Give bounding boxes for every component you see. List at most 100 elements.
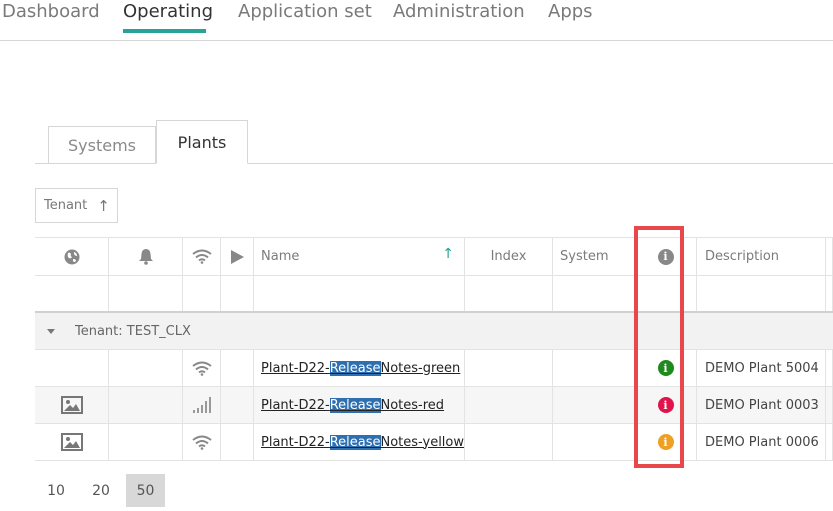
tenant-sort-chip[interactable]: Tenant ↑ bbox=[35, 188, 118, 223]
table-row[interactable]: Plant-D22-ReleaseNotes-green i DEMO Plan… bbox=[35, 350, 833, 387]
column-header-index[interactable]: Index bbox=[465, 238, 553, 275]
column-header-system-label: System bbox=[560, 249, 609, 264]
filter-cell-info[interactable] bbox=[635, 276, 697, 311]
row-status-cell bbox=[221, 350, 254, 386]
row-info-cell: i bbox=[635, 350, 697, 386]
play-icon bbox=[231, 249, 244, 264]
info-yellow-icon[interactable]: i bbox=[657, 434, 674, 450]
row-overflow-cell bbox=[826, 350, 833, 386]
row-image-cell bbox=[35, 387, 109, 423]
signal-bars-icon bbox=[192, 397, 211, 413]
info-icon: i bbox=[657, 248, 674, 265]
row-description: DEMO Plant 0006 bbox=[705, 434, 819, 450]
page-size-50[interactable]: 50 bbox=[126, 474, 165, 507]
row-system-cell bbox=[553, 387, 635, 423]
tenant-sort-label: Tenant bbox=[44, 198, 88, 213]
plant-link[interactable]: Plant-D22-ReleaseNotes-green bbox=[261, 360, 461, 376]
column-header-location[interactable] bbox=[35, 238, 109, 275]
filter-cell-overflow bbox=[826, 276, 833, 311]
nav-operating[interactable]: Operating bbox=[123, 1, 213, 22]
plant-name-prefix: Plant-D22- bbox=[261, 434, 330, 450]
row-info-cell: i bbox=[635, 424, 697, 460]
nav-apps[interactable]: Apps bbox=[548, 1, 593, 22]
top-navigation: Dashboard Operating Application set Admi… bbox=[0, 0, 833, 41]
column-header-name-label: Name bbox=[261, 249, 300, 264]
table-row[interactable]: Plant-D22-ReleaseNotes-yellow i DEMO Pla… bbox=[35, 424, 833, 461]
group-row-tenant[interactable]: Tenant: TEST_CLX bbox=[35, 313, 833, 350]
row-index-cell bbox=[465, 387, 553, 423]
row-alarm-cell bbox=[109, 387, 183, 423]
plant-link[interactable]: Plant-D22-ReleaseNotes-yellow bbox=[261, 434, 465, 450]
active-nav-indicator bbox=[123, 29, 206, 33]
info-red-icon[interactable]: i bbox=[657, 397, 674, 413]
column-header-status[interactable] bbox=[221, 238, 254, 275]
bell-icon bbox=[138, 249, 153, 265]
wifi-icon bbox=[191, 249, 212, 264]
nav-application-set[interactable]: Application set bbox=[238, 1, 372, 22]
row-alarm-cell bbox=[109, 350, 183, 386]
chevron-down-icon[interactable] bbox=[47, 328, 55, 334]
plant-name-suffix: Notes-green bbox=[380, 360, 461, 376]
row-description-cell: DEMO Plant 5004 bbox=[697, 350, 826, 386]
search-highlight: Release bbox=[329, 434, 381, 450]
group-label: Tenant: TEST_CLX bbox=[75, 323, 191, 339]
row-image-cell bbox=[35, 350, 109, 386]
plant-name-suffix: Notes-yellow bbox=[380, 434, 465, 450]
plant-link[interactable]: Plant-D22-ReleaseNotes-red bbox=[261, 397, 445, 413]
page-size-20[interactable]: 20 bbox=[83, 474, 119, 507]
row-description-cell: DEMO Plant 0006 bbox=[697, 424, 826, 460]
wifi-icon bbox=[191, 361, 212, 376]
row-name-cell: Plant-D22-ReleaseNotes-yellow bbox=[254, 424, 465, 460]
row-connection-cell bbox=[183, 350, 221, 386]
row-image-cell bbox=[35, 424, 109, 460]
filter-cell-system[interactable] bbox=[553, 276, 635, 311]
search-highlight: Release bbox=[329, 397, 381, 413]
column-header-name[interactable]: Name ↑ bbox=[254, 238, 465, 275]
filter-cell-location[interactable] bbox=[35, 276, 109, 311]
column-header-index-label: Index bbox=[490, 249, 527, 264]
filter-cell-name[interactable] bbox=[254, 276, 465, 311]
row-index-cell bbox=[465, 424, 553, 460]
plant-name-prefix: Plant-D22- bbox=[261, 397, 330, 413]
image-icon[interactable] bbox=[60, 396, 83, 414]
column-header-alarm[interactable] bbox=[109, 238, 183, 275]
nav-administration[interactable]: Administration bbox=[393, 1, 525, 22]
column-header-info[interactable]: i bbox=[635, 238, 697, 275]
table-row[interactable]: Plant-D22-ReleaseNotes-red i DEMO Plant … bbox=[35, 387, 833, 424]
image-icon[interactable] bbox=[60, 433, 83, 451]
row-connection-cell bbox=[183, 387, 221, 423]
filter-cell-description[interactable] bbox=[697, 276, 826, 311]
tab-systems[interactable]: Systems bbox=[48, 126, 156, 164]
wifi-icon bbox=[191, 435, 212, 450]
row-connection-cell bbox=[183, 424, 221, 460]
column-header-system[interactable]: System bbox=[553, 238, 635, 275]
filter-cell-index[interactable] bbox=[465, 276, 553, 311]
row-name-cell: Plant-D22-ReleaseNotes-green bbox=[254, 350, 465, 386]
plant-name-suffix: Notes-red bbox=[380, 397, 445, 413]
nav-dashboard[interactable]: Dashboard bbox=[2, 1, 100, 22]
filter-cell-alarm[interactable] bbox=[109, 276, 183, 311]
column-header-description[interactable]: Description bbox=[697, 238, 826, 275]
column-header-connection[interactable] bbox=[183, 238, 221, 275]
group-header[interactable]: Tenant: TEST_CLX bbox=[47, 313, 191, 349]
row-overflow-cell bbox=[826, 424, 833, 460]
filter-cell-connection[interactable] bbox=[183, 276, 221, 311]
info-green-icon[interactable]: i bbox=[657, 360, 674, 376]
page-size-10[interactable]: 10 bbox=[38, 474, 74, 507]
row-description: DEMO Plant 5004 bbox=[705, 360, 819, 376]
row-index-cell bbox=[465, 350, 553, 386]
row-info-cell: i bbox=[635, 387, 697, 423]
search-highlight: Release bbox=[329, 360, 381, 376]
row-description-cell: DEMO Plant 0003 bbox=[697, 387, 826, 423]
tab-plants[interactable]: Plants bbox=[156, 120, 248, 164]
column-header-description-label: Description bbox=[705, 249, 780, 264]
column-header-overflow bbox=[826, 238, 833, 275]
grid-header-row: Name ↑ Index System i Description bbox=[35, 237, 833, 276]
row-status-cell bbox=[221, 387, 254, 423]
row-description: DEMO Plant 0003 bbox=[705, 397, 819, 413]
filter-cell-status[interactable] bbox=[221, 276, 254, 311]
arrow-up-icon: ↑ bbox=[97, 196, 110, 215]
row-system-cell bbox=[553, 350, 635, 386]
row-status-cell bbox=[221, 424, 254, 460]
row-system-cell bbox=[553, 424, 635, 460]
